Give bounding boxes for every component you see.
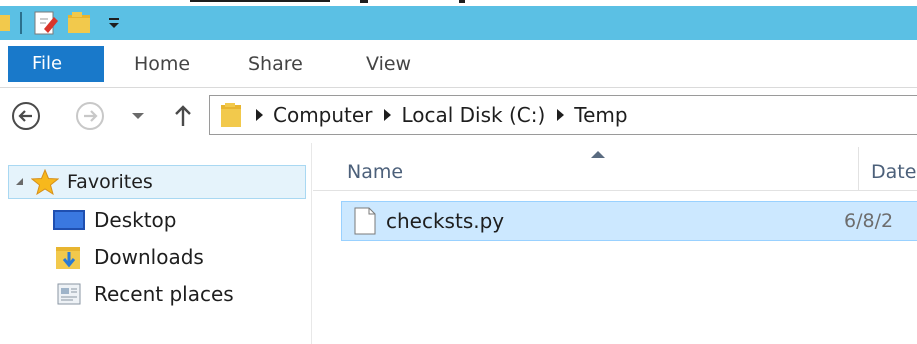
new-folder-icon[interactable] [66,9,94,37]
sidebar-item-label: Favorites [67,171,153,193]
properties-icon[interactable] [32,9,60,37]
recent-locations-button[interactable] [128,106,148,126]
quick-access-toolbar [0,6,126,40]
chevron-down-icon [132,113,144,119]
downloads-folder-icon [52,242,86,272]
tab-file[interactable]: File [8,46,104,82]
sidebar-item-label: Desktop [94,208,177,232]
address-bar[interactable]: Computer Local Disk (C:) Temp [209,95,917,135]
column-header-row: Name Date [313,147,917,191]
sidebar-item-desktop[interactable]: Desktop [52,202,176,238]
back-arrow-icon [12,102,40,130]
up-button[interactable] [168,101,198,131]
file-icon [354,207,376,235]
star-icon [31,169,59,195]
breadcrumb-separator-icon[interactable] [384,109,392,121]
column-header-date[interactable]: Date [871,161,916,183]
navigation-bar: Computer Local Disk (C:) Temp [0,89,917,143]
breadcrumb-computer[interactable]: Computer [273,103,372,127]
sort-ascending-icon [591,151,605,158]
file-name: checksts.py [386,209,505,233]
customize-dropdown-icon[interactable] [102,9,126,37]
underline-mark [459,0,465,3]
sidebar-item-label: Recent places [94,282,234,306]
folder-icon [220,101,244,129]
column-header-name[interactable]: Name [347,161,403,183]
sidebar-item-downloads[interactable]: Downloads [52,239,204,275]
toolbar-separator [20,12,22,34]
title-bar [0,6,917,40]
forward-arrow-icon [76,102,104,130]
forward-button[interactable] [74,100,106,132]
file-date: 6/8/2 [844,210,894,232]
column-divider[interactable] [858,147,859,191]
up-arrow-icon [175,105,191,126]
breadcrumb-separator-icon[interactable] [557,109,565,121]
ribbon: File Home Share View [0,40,917,88]
folder-icon[interactable] [0,12,10,34]
underline-mark [190,0,330,2]
recent-places-icon [52,279,86,309]
tab-home[interactable]: Home [134,48,190,80]
sidebar-item-recent-places[interactable]: Recent places [52,276,234,312]
navigation-pane: Favorites Desktop Downloads Recent place… [0,143,312,344]
underline-mark [360,0,368,3]
table-row[interactable]: checksts.py 6/8/2 [341,201,917,241]
breadcrumb-local-disk[interactable]: Local Disk (C:) [401,103,545,127]
collapse-arrow-icon[interactable] [15,177,25,187]
sidebar-item-favorites[interactable]: Favorites [8,165,306,199]
breadcrumb-temp[interactable]: Temp [574,103,627,127]
tab-share[interactable]: Share [248,48,303,80]
desktop-icon [52,205,86,235]
sidebar-item-label: Downloads [94,245,204,269]
file-list: Name Date checksts.py 6/8/2 [313,143,917,344]
breadcrumb-separator-icon[interactable] [256,109,263,121]
tab-view[interactable]: View [366,48,411,80]
back-button[interactable] [10,100,42,132]
